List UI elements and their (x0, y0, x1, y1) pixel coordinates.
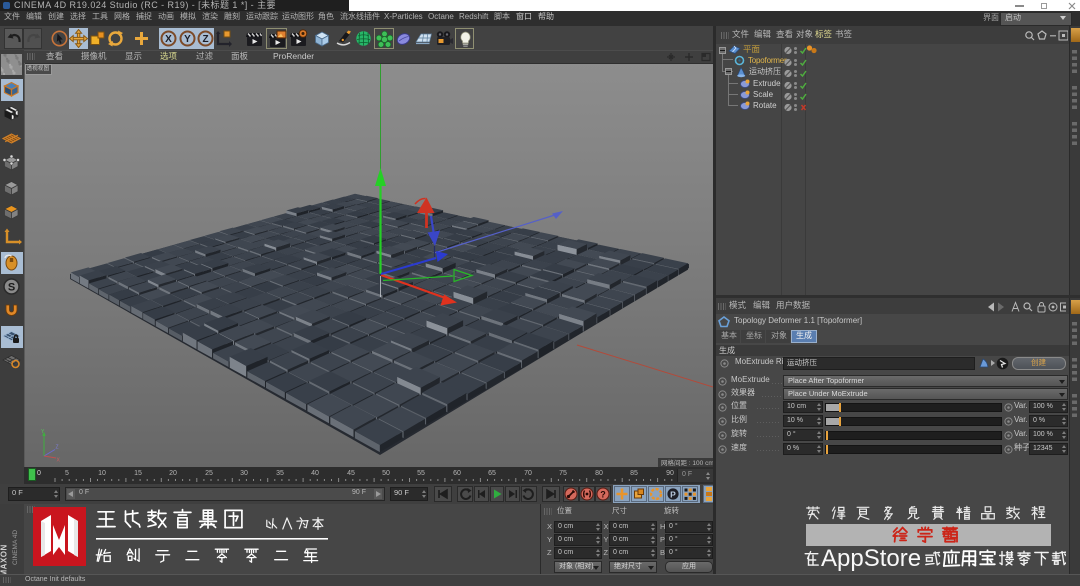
svg-text:Z: Z (202, 34, 208, 45)
svg-text:AppStore: AppStore (821, 545, 921, 572)
svg-text:X: X (165, 34, 172, 45)
svg-text:Z: Z (56, 445, 59, 451)
svg-text:S: S (8, 282, 15, 294)
svg-text:Y: Y (184, 34, 191, 45)
svg-text:P: P (670, 490, 676, 500)
svg-text:?: ? (600, 490, 606, 500)
